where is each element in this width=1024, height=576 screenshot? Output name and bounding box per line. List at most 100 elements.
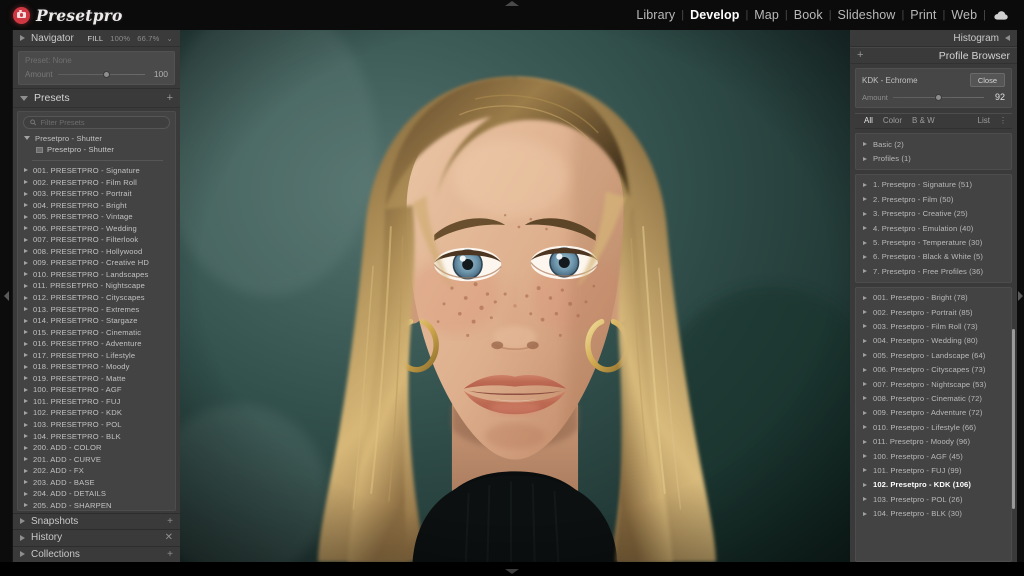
- module-book[interactable]: Book: [788, 8, 829, 22]
- profile-disclosure-icon[interactable]: [863, 410, 867, 415]
- preset-disclosure-icon[interactable]: [24, 410, 28, 415]
- preset-disclosure-icon[interactable]: [24, 307, 28, 312]
- presets-header[interactable]: Presets +: [13, 88, 180, 108]
- preset-group-disclosure-icon[interactable]: [24, 136, 30, 141]
- preset-disclosure-icon[interactable]: [24, 399, 28, 404]
- preset-list-item[interactable]: 007. PRESETPRO - Filterlook: [18, 234, 175, 246]
- preset-disclosure-icon[interactable]: [24, 422, 28, 427]
- preset-disclosure-icon[interactable]: [24, 191, 28, 196]
- preset-list[interactable]: Presetpro - Shutter Presetpro - Shutter 00…: [18, 132, 175, 510]
- preset-list-item[interactable]: 013. PRESETPRO - Extremes: [18, 303, 175, 315]
- profile-list-item[interactable]: 101. Presetpro - FUJ (99): [856, 463, 1011, 477]
- preset-list-item[interactable]: 002. PRESETPRO - Film Roll: [18, 176, 175, 188]
- profile-disclosure-icon[interactable]: [863, 324, 867, 329]
- profile-list-item[interactable]: 005. Presetpro - Landscape (64): [856, 348, 1011, 362]
- profile-list-scrollbar[interactable]: [1012, 329, 1015, 509]
- module-develop[interactable]: Develop: [684, 8, 745, 22]
- profile-disclosure-icon[interactable]: [863, 367, 867, 372]
- collapse-left-arrow-icon[interactable]: [3, 291, 9, 301]
- snapshots-section[interactable]: Snapshots +: [13, 512, 180, 530]
- preset-disclosure-icon[interactable]: [24, 237, 28, 242]
- profile-list-item[interactable]: 103. Presetpro - POL (26): [856, 492, 1011, 506]
- presets-disclosure-icon[interactable]: [20, 96, 28, 101]
- preset-list-item[interactable]: 006. PRESETPRO - Wedding: [18, 222, 175, 234]
- preset-disclosure-icon[interactable]: [24, 283, 28, 288]
- preset-list-item[interactable]: 202. ADD - FX: [18, 465, 175, 477]
- preset-disclosure-icon[interactable]: [24, 180, 28, 185]
- preset-list-item[interactable]: 200. ADD - COLOR: [18, 442, 175, 454]
- preset-list-item[interactable]: 101. PRESETPRO - FUJ: [18, 396, 175, 408]
- preset-disclosure-icon[interactable]: [24, 353, 28, 358]
- profile-disclosure-icon[interactable]: [863, 226, 867, 231]
- preset-disclosure-icon[interactable]: [24, 480, 28, 485]
- profile-list-item[interactable]: 006. Presetpro - Cityscapes (73): [856, 362, 1011, 376]
- zoom-fill[interactable]: FILL: [87, 34, 103, 43]
- module-slideshow[interactable]: Slideshow: [832, 8, 902, 22]
- profile-list-item[interactable]: 2. Presetpro - Film (50): [856, 192, 1011, 206]
- add-profile-button[interactable]: +: [857, 50, 863, 61]
- profile-disclosure-icon[interactable]: [863, 511, 867, 516]
- profile-list-item[interactable]: 011. Presetpro - Moody (96): [856, 434, 1011, 448]
- add-preset-button[interactable]: +: [167, 92, 173, 104]
- profile-list-item[interactable]: 008. Presetpro - Cinematic (72): [856, 391, 1011, 405]
- preset-disclosure-icon[interactable]: [24, 491, 28, 496]
- preset-disclosure-icon[interactable]: [24, 434, 28, 439]
- preset-list-item[interactable]: 014. PRESETPRO - Stargaze: [18, 315, 175, 327]
- profile-list-item[interactable]: 004. Presetpro - Wedding (80): [856, 334, 1011, 348]
- view-options-icon[interactable]: ⋮: [995, 116, 1008, 125]
- preset-list-item[interactable]: 003. PRESETPRO - Portrait: [18, 188, 175, 200]
- profile-disclosure-icon[interactable]: [863, 338, 867, 343]
- preset-list-item[interactable]: 009. PRESETPRO - Creative HD: [18, 257, 175, 269]
- histogram-header[interactable]: Histogram: [850, 30, 1017, 47]
- profile-list-item[interactable]: 009. Presetpro - Adventure (72): [856, 406, 1011, 420]
- profile-list-item[interactable]: 1. Presetpro - Signature (51): [856, 178, 1011, 192]
- preset-list-item[interactable]: 205. ADD - SHARPEN: [18, 500, 175, 510]
- preset-disclosure-icon[interactable]: [24, 203, 28, 208]
- preset-disclosure-icon[interactable]: [24, 376, 28, 381]
- collections-add-button[interactable]: +: [167, 549, 173, 560]
- profile-disclosure-icon[interactable]: [863, 156, 867, 161]
- preset-disclosure-icon[interactable]: [24, 295, 28, 300]
- preset-list-item[interactable]: 018. PRESETPRO - Moody: [18, 361, 175, 373]
- right-panel-collapse-gutter[interactable]: [1017, 30, 1024, 562]
- preset-list-item[interactable]: 012. PRESETPRO - Cityscapes: [18, 292, 175, 304]
- profile-list-item[interactable]: 7. Presetpro - Free Profiles (36): [856, 264, 1011, 278]
- profile-list-item[interactable]: 5. Presetpro - Temperature (30): [856, 235, 1011, 249]
- profile-amount-slider-knob[interactable]: [934, 93, 942, 101]
- collapse-right-arrow-icon[interactable]: [1018, 291, 1023, 301]
- collections-section[interactable]: Collections +: [13, 545, 180, 562]
- preset-amount-slider[interactable]: [57, 70, 145, 79]
- preset-search-input[interactable]: [40, 117, 163, 127]
- snapshots-disclosure-icon[interactable]: [20, 518, 25, 525]
- view-mode-list[interactable]: List: [973, 116, 995, 125]
- preset-search-row[interactable]: [23, 116, 170, 129]
- preset-disclosure-icon[interactable]: [24, 318, 28, 323]
- preset-list-item[interactable]: 204. ADD - DETAILS: [18, 488, 175, 500]
- preset-disclosure-icon[interactable]: [24, 249, 28, 254]
- close-profile-browser-button[interactable]: Close: [969, 73, 1005, 87]
- profile-amount-slider[interactable]: [892, 93, 984, 102]
- profile-disclosure-icon[interactable]: [863, 396, 867, 401]
- preset-disclosure-icon[interactable]: [24, 387, 28, 392]
- cloud-icon[interactable]: [986, 10, 1014, 20]
- preset-list-item[interactable]: 103. PRESETPRO - POL: [18, 419, 175, 431]
- preset-disclosure-icon[interactable]: [24, 330, 28, 335]
- history-section[interactable]: History ✕: [13, 529, 180, 546]
- preset-list-item[interactable]: 004. PRESETPRO - Bright: [18, 199, 175, 211]
- profile-disclosure-icon[interactable]: [863, 454, 867, 458]
- navigator-header[interactable]: Navigator FILL 100% 66.7% ⌄: [13, 30, 180, 47]
- profile-list-item[interactable]: 001. Presetpro - Bright (78): [856, 291, 1011, 305]
- image-canvas[interactable]: [180, 30, 850, 562]
- preset-child[interactable]: Presetpro - Shutter: [18, 144, 175, 156]
- zoom-100[interactable]: 100%: [110, 34, 130, 43]
- filter-color[interactable]: Color: [878, 116, 907, 125]
- profile-disclosure-icon[interactable]: [863, 142, 867, 147]
- profile-disclosure-icon[interactable]: [863, 468, 867, 473]
- profile-list-item[interactable]: 6. Presetpro - Black & White (5): [856, 250, 1011, 264]
- profile-list-item[interactable]: 102. Presetpro - KDK (106): [856, 478, 1011, 492]
- snapshots-add-button[interactable]: +: [167, 516, 173, 527]
- preset-list-item[interactable]: 203. ADD - BASE: [18, 476, 175, 488]
- profile-disclosure-icon[interactable]: [863, 254, 867, 259]
- preset-list-item[interactable]: 019. PRESETPRO - Matte: [18, 373, 175, 385]
- profile-disclosure-icon[interactable]: [863, 211, 867, 216]
